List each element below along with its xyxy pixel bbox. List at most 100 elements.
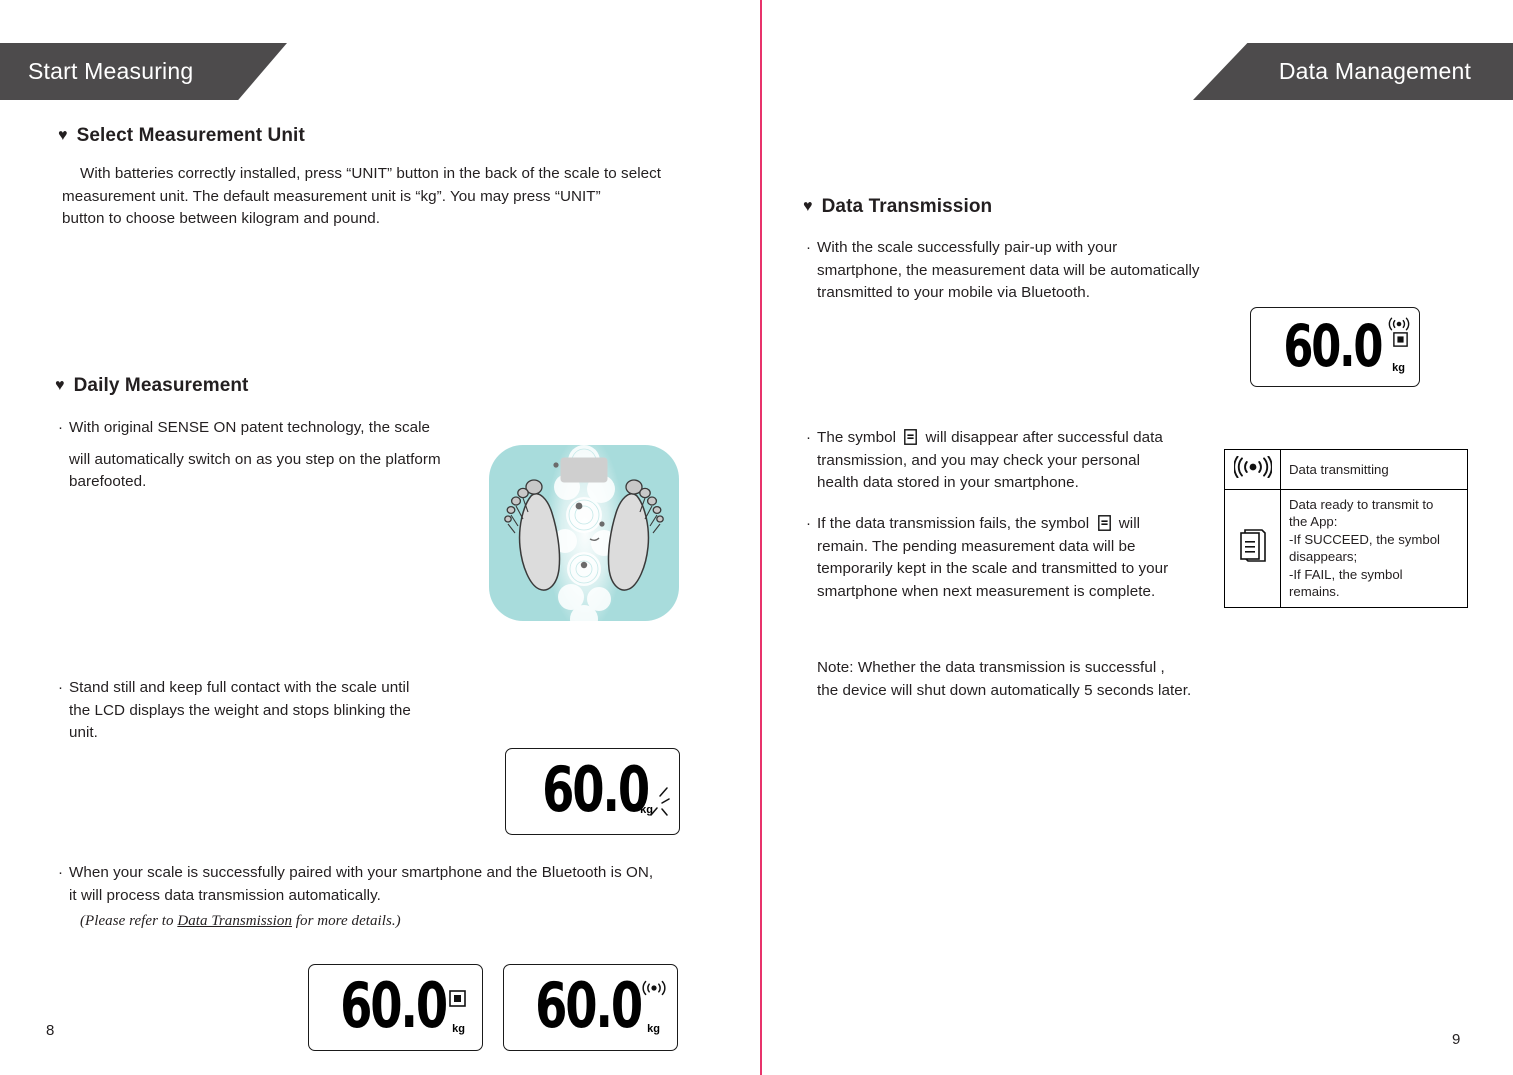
bullet-2-line-1: Stand still and keep full contact with t…: [69, 679, 410, 696]
bullet-3-text: If the data transmission fails, the symb…: [817, 513, 1168, 603]
select-measurement-unit-heading: ♥ Select Measurement Unit: [58, 125, 305, 147]
bullet-2-line-1-suffix: will disappear after successful data: [921, 429, 1163, 446]
row-2-line-2: the App:: [1289, 514, 1338, 530]
symbol-legend-table: Data transmitting Data ready to transmit…: [1224, 449, 1468, 608]
lcd-weight-value: 60.0: [340, 970, 449, 1043]
bullet-2-line-2: the LCD displays the weight and stops bl…: [69, 701, 411, 719]
left-page-banner-title: Start Measuring: [28, 58, 194, 84]
lcd-unit-label: kg: [647, 1023, 660, 1035]
daily-measurement-bullet-3: · When your scale is successfully paired…: [58, 862, 728, 907]
transmitting-wave-icon-cell: [1224, 449, 1281, 490]
blinking-indicator-icon: [647, 785, 673, 824]
data-transmission-link[interactable]: Data Transmission: [177, 913, 292, 929]
bullet-3-text: When your scale is successfully paired w…: [69, 862, 653, 907]
bullet-1-line-2: will automatically switch on as you step…: [69, 450, 441, 468]
shutdown-note: Note: Whether the data transmission is s…: [817, 657, 1287, 702]
data-transmission-heading-label: Data Transmission: [821, 196, 993, 217]
table-row: Data transmitting: [1224, 449, 1468, 490]
row-2-line-1: Data ready to transmit to: [1289, 496, 1434, 512]
bullet-2-text: Stand still and keep full contact with t…: [69, 677, 411, 745]
bullet-1-line-1: With original SENSE ON patent technology…: [69, 419, 431, 436]
bullet-2-line-1: The symbol will disappear after successf…: [817, 427, 1163, 450]
document-symbol-icon: [449, 990, 466, 1012]
paragraph-line-2: measurement unit. The default measuremen…: [62, 187, 601, 205]
lcd-unit-label: kg: [1392, 362, 1405, 374]
daily-measurement-bullet-2: · Stand still and keep full contact with…: [58, 677, 488, 745]
left-page-banner: Start Measuring: [0, 43, 287, 100]
document-symbol-icon: [1238, 529, 1268, 568]
right-page-banner-title: Data Management: [1278, 58, 1472, 84]
bullet-3-line-1-suffix: will: [1114, 515, 1141, 532]
note-prefix: (Please refer to: [80, 913, 178, 929]
bullet-1-line-2: smartphone, the measurement data will be…: [817, 261, 1200, 279]
transmitting-wave-icon: [641, 979, 667, 1002]
bullet-3-line-2: it will process data transmission automa…: [69, 886, 381, 904]
data-transmission-bullet-3: · If the data transmission fails, the sy…: [806, 513, 1226, 603]
select-measurement-unit-paragraph: With batteries correctly installed, pres…: [62, 163, 722, 231]
data-transmission-heading: ♥ Data Transmission: [803, 196, 992, 218]
bullet-3-line-1-prefix: If the data transmission fails, the symb…: [817, 515, 1094, 532]
lcd-display-pending: 60.0 kg: [308, 964, 483, 1051]
daily-measurement-heading-label: Daily Measurement: [73, 375, 249, 396]
right-page-number: 9: [1452, 1031, 1461, 1048]
note-line-2: the device will shut down automatically …: [817, 681, 1192, 699]
lcd-weight-value: 60.0: [1283, 313, 1383, 380]
note-line-1: Note: Whether the data transmission is s…: [817, 659, 1165, 676]
right-page-banner: Data Management: [1193, 43, 1513, 100]
lcd-display-transmitting: 60.0 kg: [503, 964, 678, 1051]
heart-icon: ♥: [55, 377, 65, 394]
left-page-number: 8: [46, 1022, 55, 1039]
data-transmission-reference-note: (Please refer to Data Transmission for m…: [80, 910, 680, 933]
row-2-line-3: -If SUCCEED, the symbol: [1289, 531, 1440, 547]
bullet-1-line-3: transmitted to your mobile via Bluetooth…: [817, 284, 1091, 301]
bullet-marker: ·: [806, 515, 811, 532]
bullet-3-line-3: temporarily kept in the scale and transm…: [817, 560, 1169, 577]
note-suffix: for more details.): [292, 913, 401, 929]
row-2-line-5: -If FAIL, the symbol: [1289, 566, 1403, 582]
daily-measurement-heading: ♥ Daily Measurement: [55, 375, 249, 397]
lcd-unit-label: kg: [452, 1023, 465, 1035]
document-symbol-icon-cell: [1224, 488, 1281, 608]
paragraph-line-3: button to choose between kilogram and po…: [62, 210, 380, 227]
bullet-2-line-1-prefix: The symbol: [817, 429, 901, 446]
bullet-3-line-1: When your scale is successfully paired w…: [69, 864, 654, 881]
lcd-weight-value: 60.0: [535, 970, 644, 1043]
bullet-2-line-3: health data stored in your smartphone.: [817, 474, 1079, 491]
row-1-line-1: Data transmitting: [1289, 461, 1389, 477]
data-transmission-bullet-2: · The symbol will disappear after succes…: [806, 427, 1226, 495]
bullet-1-line-1: With the scale successfully pair-up with…: [817, 239, 1118, 256]
bullet-marker: ·: [806, 239, 811, 256]
bullet-3-line-2: remain. The pending measurement data wil…: [817, 537, 1136, 555]
data-transmission-bullet-1: · With the scale successfully pair-up wi…: [806, 237, 1256, 305]
document-symbol-icon: [1097, 515, 1111, 531]
table-row: Data ready to transmit to the App: -If S…: [1224, 488, 1468, 608]
page-spine-divider: [760, 0, 762, 1075]
lcd-weight-value: 60.0: [542, 754, 651, 827]
bullet-3-line-1: If the data transmission fails, the symb…: [817, 513, 1168, 536]
transmitting-description-cell: Data transmitting: [1280, 449, 1468, 490]
heart-icon: ♥: [803, 198, 813, 215]
document-symbol-icon: [1393, 332, 1408, 352]
heart-icon: ♥: [58, 127, 68, 144]
scale-with-feet-illustration: [487, 443, 681, 623]
select-measurement-unit-heading-label: Select Measurement Unit: [76, 125, 305, 146]
bullet-2-line-3: unit.: [69, 724, 98, 741]
lcd-display-data-transmission: 60.0 kg: [1250, 307, 1420, 387]
bullet-2-text: The symbol will disappear after successf…: [817, 427, 1163, 495]
daily-measurement-bullet-1: · With original SENSE ON patent technolo…: [58, 417, 488, 494]
row-2-line-4: disappears;: [1289, 549, 1358, 565]
paragraph-line-1: With batteries correctly installed, pres…: [80, 165, 662, 182]
bullet-2-line-2: transmission, and you may check your per…: [817, 451, 1141, 469]
document-symbol-icon: [904, 429, 918, 445]
document-description-cell: Data ready to transmit to the App: -If S…: [1280, 488, 1468, 608]
bullet-marker: ·: [58, 679, 63, 696]
bullet-1-line-3: barefooted.: [69, 473, 147, 490]
lcd-display-blinking: 60.0 kg: [505, 748, 680, 835]
bullet-1-text: With the scale successfully pair-up with…: [817, 237, 1200, 305]
row-2-line-6: remains.: [1289, 584, 1340, 600]
bullet-1-text: With original SENSE ON patent technology…: [69, 417, 441, 494]
transmitting-wave-icon: [1232, 455, 1273, 481]
bullet-marker: ·: [806, 429, 811, 446]
bullet-3-line-4: smartphone when next measurement is comp…: [817, 582, 1156, 600]
bullet-marker: ·: [58, 419, 63, 436]
